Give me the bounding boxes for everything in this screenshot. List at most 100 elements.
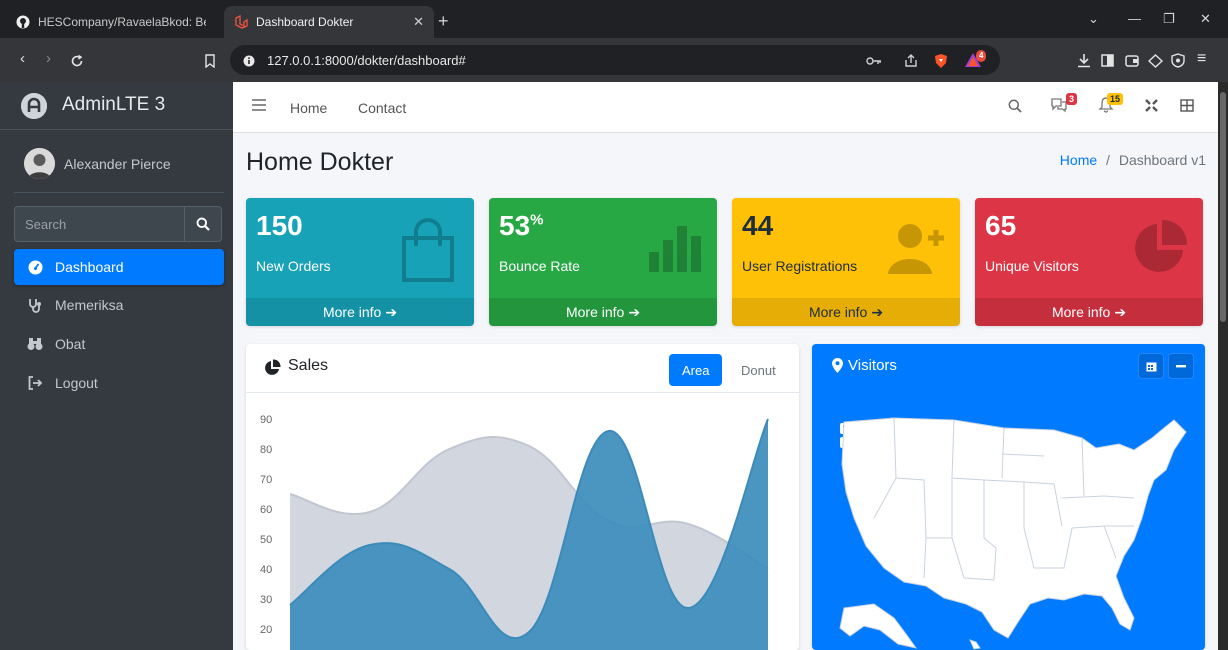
scrollbar-thumb[interactable] bbox=[1220, 92, 1226, 322]
sales-area-chart: 908070605040302010 bbox=[260, 414, 769, 650]
sidebar-item-dashboard[interactable]: Dashboard bbox=[14, 249, 224, 285]
browser-tab[interactable]: HESCompany/RavaelaBkod: Bengko bbox=[6, 6, 216, 38]
y-tick-label: 90 bbox=[260, 414, 272, 426]
brand-text: AdminLTE 3 bbox=[62, 94, 166, 115]
browser-tab-active[interactable]: Dashboard Dokter ✕ bbox=[224, 6, 434, 38]
arrow-circle-right-icon: ➔ bbox=[1114, 303, 1127, 320]
tachometer-icon bbox=[27, 260, 43, 275]
notifications-badge: 15 bbox=[1107, 93, 1124, 105]
nav-link-home[interactable]: Home bbox=[290, 100, 327, 116]
y-tick-label: 80 bbox=[260, 444, 272, 456]
card-header: Sales Area Donut bbox=[246, 344, 799, 393]
search-icon bbox=[196, 217, 210, 231]
url-text: 127.0.0.1:8000/dokter/dashboard# bbox=[267, 53, 466, 68]
sidebar-item-logout[interactable]: Logout bbox=[14, 365, 224, 401]
tab-donut[interactable]: Donut bbox=[728, 354, 789, 386]
tab-title: Dashboard Dokter bbox=[256, 15, 354, 29]
card-title: Sales bbox=[288, 357, 329, 374]
minimize-icon[interactable]: — bbox=[1128, 11, 1141, 26]
stat-value: 150 bbox=[256, 210, 303, 241]
sidebar-item-label: Obat bbox=[55, 336, 86, 352]
messages-badge: 3 bbox=[1066, 93, 1078, 105]
navbar-search-icon[interactable] bbox=[1008, 99, 1022, 113]
download-icon[interactable] bbox=[1077, 53, 1091, 68]
share-icon[interactable] bbox=[904, 54, 918, 68]
avatar bbox=[24, 148, 55, 179]
extensions-icon[interactable] bbox=[1148, 54, 1163, 68]
sign-out-icon bbox=[27, 376, 43, 390]
search-button[interactable] bbox=[184, 207, 221, 241]
more-info-link[interactable]: More info ➔ bbox=[732, 298, 960, 326]
arrow-circle-right-icon: ➔ bbox=[628, 303, 641, 320]
arrow-circle-right-icon: ➔ bbox=[385, 303, 398, 320]
breadcrumb: Home / Dashboard v1 bbox=[1060, 152, 1206, 168]
binoculars-icon bbox=[27, 337, 43, 351]
calendar-button[interactable] bbox=[1138, 353, 1164, 379]
brave-shield-icon[interactable] bbox=[934, 53, 948, 69]
nav-link-contact[interactable]: Contact bbox=[358, 100, 406, 116]
chart-pie-icon bbox=[264, 359, 281, 376]
sidebar-panel-icon[interactable] bbox=[1101, 54, 1114, 67]
sidebar-item-obat[interactable]: Obat bbox=[14, 326, 224, 362]
restore-icon[interactable]: ❐ bbox=[1163, 11, 1175, 27]
menu-icon[interactable]: ≡ bbox=[1197, 50, 1206, 68]
map-marker-icon bbox=[832, 358, 843, 373]
more-info-link[interactable]: More info ➔ bbox=[489, 298, 717, 326]
stat-value: 65 bbox=[985, 210, 1017, 241]
stat-value: 44 bbox=[742, 210, 774, 241]
sidebar-item-label: Dashboard bbox=[55, 259, 124, 275]
calendar-icon bbox=[1146, 362, 1156, 371]
reload-icon[interactable] bbox=[70, 54, 84, 68]
usa-map bbox=[839, 417, 1187, 650]
collapse-button[interactable] bbox=[1168, 353, 1194, 379]
sales-card: Sales Area Donut 908070605040302010 bbox=[246, 344, 799, 650]
bookmark-icon[interactable] bbox=[204, 54, 216, 68]
user-md-icon bbox=[27, 298, 43, 313]
site-info-icon[interactable] bbox=[243, 55, 255, 67]
close-window-icon[interactable]: ✕ bbox=[1200, 11, 1211, 27]
arrow-circle-right-icon: ➔ bbox=[871, 303, 884, 320]
stat-label: User Registrations bbox=[742, 258, 858, 274]
shopping-bag-icon bbox=[396, 216, 460, 289]
sidebar-item-memeriksa[interactable]: Memeriksa bbox=[14, 287, 224, 323]
vpn-icon[interactable] bbox=[1171, 53, 1185, 68]
y-tick-label: 50 bbox=[260, 534, 272, 546]
tab-area[interactable]: Area bbox=[669, 354, 723, 386]
forward-icon[interactable]: › bbox=[46, 50, 51, 67]
fullscreen-icon[interactable] bbox=[1145, 99, 1158, 112]
user-name[interactable]: Alexander Pierce bbox=[64, 156, 171, 172]
stat-value: 53% bbox=[499, 210, 544, 241]
stat-label: New Orders bbox=[256, 258, 331, 274]
more-info-link[interactable]: More info ➔ bbox=[975, 298, 1203, 326]
laravel-icon bbox=[234, 15, 248, 29]
bar-chart-icon bbox=[647, 222, 703, 279]
more-info-link[interactable]: More info ➔ bbox=[246, 298, 474, 326]
control-sidebar-icon[interactable] bbox=[1180, 99, 1194, 112]
breadcrumb-home[interactable]: Home bbox=[1060, 152, 1097, 168]
sidebar-item-label: Memeriksa bbox=[55, 297, 124, 313]
github-icon bbox=[16, 15, 30, 29]
stat-label: Unique Visitors bbox=[985, 258, 1079, 274]
y-tick-label: 30 bbox=[260, 594, 272, 606]
sidebar-item-label: Logout bbox=[55, 375, 98, 391]
close-tab-icon[interactable]: ✕ bbox=[413, 14, 424, 30]
hamburger-menu-icon[interactable] bbox=[252, 99, 266, 111]
small-box-registrations: 44 User Registrations More info ➔ bbox=[732, 198, 960, 326]
pie-chart-icon bbox=[1131, 218, 1189, 281]
search-input[interactable] bbox=[15, 207, 183, 241]
y-tick-label: 40 bbox=[260, 564, 272, 576]
minus-icon bbox=[1176, 364, 1186, 367]
breadcrumb-separator: / bbox=[1106, 152, 1110, 168]
wallet-icon[interactable] bbox=[1125, 54, 1139, 67]
y-tick-label: 60 bbox=[260, 504, 272, 516]
small-box-bounce: 53% Bounce Rate More info ➔ bbox=[489, 198, 717, 326]
tab-search-icon[interactable]: ⌄ bbox=[1088, 11, 1099, 27]
key-icon[interactable] bbox=[866, 55, 882, 67]
new-tab-icon[interactable]: + bbox=[438, 12, 449, 30]
page-title: Home Dokter bbox=[246, 148, 394, 176]
back-icon[interactable]: ‹ bbox=[20, 50, 25, 67]
y-tick-label: 20 bbox=[260, 624, 272, 636]
small-box-orders: 150 New Orders More info ➔ bbox=[246, 198, 474, 326]
breadcrumb-current: Dashboard v1 bbox=[1118, 152, 1206, 168]
stat-label: Bounce Rate bbox=[499, 258, 580, 274]
